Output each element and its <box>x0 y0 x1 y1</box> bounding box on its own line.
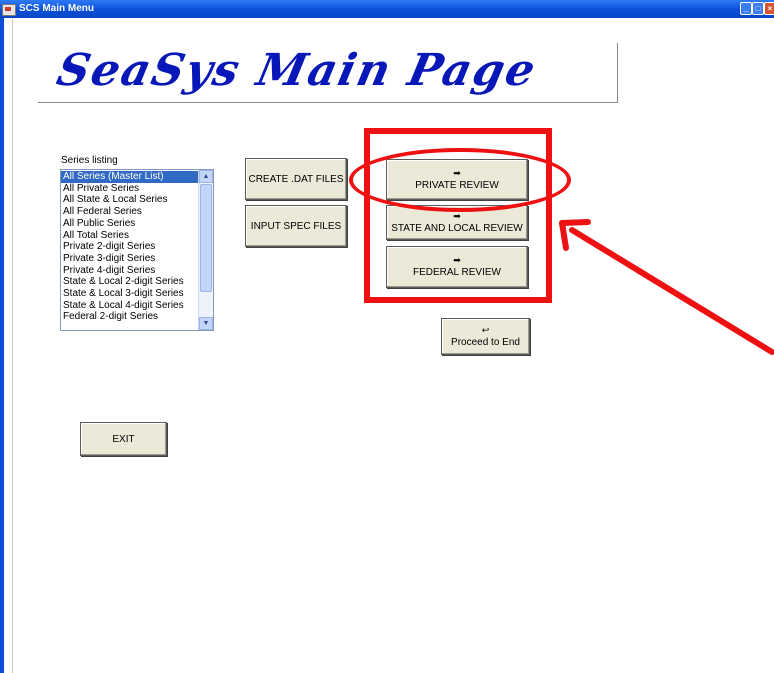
banner: SeaSys Main Page <box>38 43 618 103</box>
series-list-item[interactable]: Private 3-digit Series <box>61 253 213 265</box>
exit-label: EXIT <box>112 433 135 445</box>
input-spec-files-label: INPUT SPEC FILES <box>250 220 342 232</box>
series-list-item[interactable]: All Public Series <box>61 218 213 230</box>
app-icon <box>2 4 16 16</box>
series-list-item[interactable]: State & Local 3-digit Series <box>61 288 213 300</box>
right-arrow-icon: ➡ <box>453 167 461 178</box>
state-local-review-button[interactable]: ➡ STATE AND LOCAL REVIEW <box>386 205 528 240</box>
series-list-item[interactable]: All Total Series <box>61 230 213 242</box>
series-listing-label: Series listing <box>61 155 118 166</box>
scroll-up-icon[interactable]: ▲ <box>199 170 213 183</box>
series-list-item[interactable]: All Federal Series <box>61 206 213 218</box>
proceed-to-end-label: Proceed to End <box>451 336 520 348</box>
scroll-down-icon[interactable]: ▼ <box>199 317 213 330</box>
close-icon[interactable]: × <box>764 2 774 15</box>
title-bar[interactable]: SCS Main Menu _ □ × <box>0 0 774 18</box>
right-arrow-icon: ➡ <box>453 210 461 221</box>
series-list-item[interactable]: All State & Local Series <box>61 194 213 206</box>
series-list-item[interactable]: All Series (Master List) <box>61 171 213 183</box>
federal-review-button[interactable]: ➡ FEDERAL REVIEW <box>386 246 528 288</box>
proceed-to-end-button[interactable]: ↩ Proceed to End <box>441 318 530 355</box>
state-local-review-label: STATE AND LOCAL REVIEW <box>391 222 523 234</box>
private-review-label: PRIVATE REVIEW <box>415 179 499 191</box>
private-review-button[interactable]: ➡ PRIVATE REVIEW <box>386 159 528 200</box>
series-list-item[interactable]: Federal 2-digit Series <box>61 311 213 323</box>
series-list-item[interactable]: All Private Series <box>61 183 213 195</box>
listbox-scrollbar[interactable]: ▲ ▼ <box>198 170 213 330</box>
right-arrow-icon: ➡ <box>453 255 461 265</box>
series-list: All Series (Master List) All Private Seri… <box>61 170 213 323</box>
page-title: SeaSys Main Page <box>52 45 542 96</box>
federal-review-label: FEDERAL REVIEW <box>413 267 501 278</box>
input-spec-files-button[interactable]: INPUT SPEC FILES <box>245 205 347 247</box>
create-dat-files-label: CREATE .DAT FILES <box>248 173 344 185</box>
window-inner-border <box>4 0 13 673</box>
series-list-item[interactable]: Private 2-digit Series <box>61 241 213 253</box>
window-title: SCS Main Menu <box>19 3 95 14</box>
minimize-icon[interactable]: _ <box>740 2 752 15</box>
series-list-item[interactable]: Private 4-digit Series <box>61 265 213 277</box>
series-list-item[interactable]: State & Local 4-digit Series <box>61 300 213 312</box>
return-arrow-icon: ↩ <box>481 324 490 335</box>
exit-button[interactable]: EXIT <box>80 422 167 456</box>
series-list-item[interactable]: State & Local 2-digit Series <box>61 276 213 288</box>
scroll-thumb[interactable] <box>200 184 212 292</box>
maximize-icon[interactable]: □ <box>752 2 764 15</box>
series-listbox[interactable]: All Series (Master List) All Private Seri… <box>60 169 214 331</box>
create-dat-files-button[interactable]: CREATE .DAT FILES <box>245 158 347 200</box>
